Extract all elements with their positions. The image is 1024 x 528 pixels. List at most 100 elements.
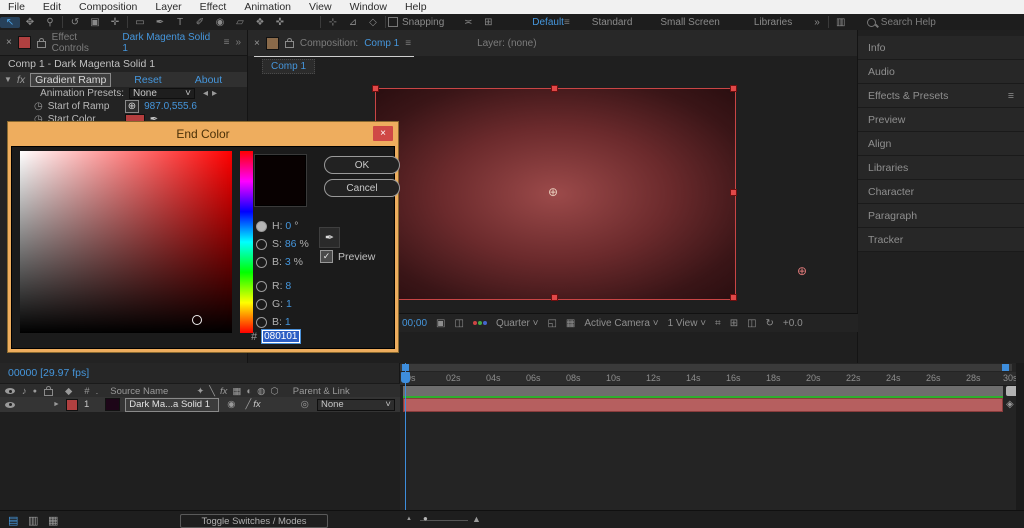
selection-handle[interactable] (551, 294, 558, 301)
sidebar-panel-audio[interactable]: Audio (858, 60, 1024, 84)
cancel-button[interactable]: Cancel (324, 179, 400, 197)
work-area-bar[interactable] (403, 386, 1003, 396)
menu-file[interactable]: File (8, 1, 25, 13)
previous-preset-icon[interactable]: ◂ (203, 88, 208, 99)
menu-view[interactable]: View (309, 1, 332, 13)
show-channels-icon[interactable] (473, 321, 487, 325)
menu-window[interactable]: Window (350, 1, 387, 13)
panel-menu-icon[interactable]: ≡ (224, 37, 230, 48)
region-of-interest-icon[interactable]: ◱ (547, 318, 556, 329)
hex-input[interactable]: 080101 (261, 329, 300, 344)
transparency-grid-icon[interactable]: ▦ (566, 318, 575, 329)
twirl-down-icon[interactable]: ▼ (4, 75, 12, 84)
playhead-line[interactable] (405, 363, 406, 510)
stopwatch-icon[interactable]: ◷ (34, 101, 43, 112)
layer-fx-badge[interactable]: fx (253, 399, 260, 410)
hue-radio[interactable] (256, 221, 267, 232)
expand-transfer-pane-icon[interactable]: ▦ (48, 514, 58, 527)
comp-timecode[interactable]: 00;00 (402, 318, 427, 329)
layer-row[interactable]: ► 1 Dark Ma...a Solid 1 ◉ ╱ fx ◎ None˅ (0, 397, 400, 412)
menu-animation[interactable]: Animation (244, 1, 291, 13)
selection-handle[interactable] (730, 189, 737, 196)
next-preset-icon[interactable]: ▸ (212, 88, 217, 99)
magnification-dropdown[interactable]: Quarter ˅ (496, 318, 539, 329)
selection-handle[interactable] (551, 85, 558, 92)
composition-tab-value[interactable]: Comp 1 (364, 38, 399, 49)
comp-marker-bin-icon[interactable]: ◈ (1006, 399, 1014, 410)
composition-tab-label[interactable]: Composition: (300, 38, 358, 49)
comp-pill-tab[interactable]: Comp 1 (262, 59, 315, 74)
sidebar-panel-character[interactable]: Character (858, 180, 1024, 204)
clone-stamp-tool-icon[interactable]: ◉ (210, 17, 230, 28)
axis-mode-world-icon[interactable]: ⊿ (343, 17, 363, 28)
hand-tool-icon[interactable]: ✥ (20, 17, 40, 28)
snapshot-icon[interactable]: ▣ (436, 318, 445, 329)
menu-layer[interactable]: Layer (155, 1, 181, 13)
solid-layer[interactable]: ⊕ (375, 88, 736, 300)
layer-name[interactable]: Dark Ma...a Solid 1 (125, 398, 219, 412)
sidebar-panel-libraries[interactable]: Libraries (858, 156, 1024, 180)
saturation-radio[interactable] (256, 239, 267, 250)
selection-tool-icon[interactable]: ↖ (0, 17, 20, 28)
rectangle-tool-icon[interactable]: ▭ (130, 17, 150, 28)
sidebar-panel-info[interactable]: Info (858, 36, 1024, 60)
workspace-overflow-chevron[interactable]: » (814, 17, 820, 28)
navigator-end-handle[interactable] (1002, 364, 1009, 371)
camera-view-dropdown[interactable]: Active Camera ˅ (584, 318, 658, 329)
rotation-tool-icon[interactable]: ↺ (65, 17, 85, 28)
gradient-end-point-icon[interactable]: ⊕ (797, 264, 807, 278)
eraser-tool-icon[interactable]: ▱ (230, 17, 250, 28)
start-of-ramp-value[interactable]: 987.0,555.6 (144, 101, 197, 112)
show-snapshot-icon[interactable]: ◫ (454, 318, 463, 329)
eyedropper-button[interactable]: ✒ (319, 227, 340, 248)
lock-icon[interactable] (37, 41, 46, 48)
exposure-value[interactable]: +0.0 (783, 318, 803, 329)
parent-link-column-header[interactable]: Parent & Link (293, 386, 350, 397)
sidebar-panel-tracker[interactable]: Tracker (858, 228, 1024, 252)
axis-mode-local-icon[interactable]: ⊹ (323, 17, 343, 28)
layer-tab[interactable]: Layer: (none) (477, 38, 536, 49)
puppet-pin-tool-icon[interactable]: ✜ (270, 17, 290, 28)
layer-twirl-icon[interactable]: ► (53, 401, 60, 408)
selection-handle[interactable] (730, 294, 737, 301)
layer-duration-bar[interactable] (403, 398, 1003, 412)
axis-mode-view-icon[interactable]: ◇ (363, 17, 383, 28)
camera-tool-icon[interactable]: ▣ (85, 17, 105, 28)
reset-exposure-icon[interactable]: ↻ (766, 318, 774, 329)
expand-in-out-pane-icon[interactable]: ▥ (28, 514, 38, 527)
selection-handle[interactable] (372, 85, 379, 92)
gradient-start-point-icon[interactable]: ⊕ (548, 185, 558, 199)
effect-point-icon[interactable]: ⊕ (125, 100, 139, 113)
vertical-scrollbar[interactable] (1016, 363, 1024, 510)
snap-option-icon[interactable]: ≍ (458, 17, 478, 28)
workspace-tab-default[interactable]: Default (532, 17, 564, 28)
workspace-tab-libraries[interactable]: Libraries (754, 17, 792, 28)
about-link[interactable]: About (195, 74, 222, 86)
layer-blur-slash-icon[interactable]: ╱ (246, 399, 252, 410)
search-help-input[interactable]: Search Help (881, 17, 936, 28)
hue-strip[interactable] (240, 151, 253, 333)
rulers-icon[interactable]: ⊞ (730, 318, 738, 329)
green-radio[interactable] (256, 299, 267, 310)
timeline-navigator[interactable] (400, 364, 1012, 371)
zoom-in-mountain-icon[interactable]: ▲ (472, 514, 481, 524)
sidebar-panel-effects-presets[interactable]: Effects & Presets≡ (858, 84, 1024, 108)
layer-shy-icon[interactable]: ◉ (227, 399, 235, 410)
menu-effect[interactable]: Effect (200, 1, 227, 13)
panel-icon[interactable]: ▥ (831, 17, 851, 28)
animation-presets-dropdown[interactable]: None˅ (129, 88, 195, 99)
sidebar-panel-align[interactable]: Align (858, 132, 1024, 156)
timeline-nav-icon[interactable]: ◫ (747, 318, 756, 329)
menu-edit[interactable]: Edit (43, 1, 61, 13)
dialog-close-button[interactable]: × (373, 126, 393, 141)
time-ruler[interactable]: 0s 02s 04s 06s 08s 10s 12s 14s 16s 18s 2… (400, 372, 1024, 386)
view-layout-dropdown[interactable]: 1 View ˅ (668, 318, 706, 329)
snap-grid-icon[interactable]: ⊞ (478, 17, 498, 28)
timeline-timecode[interactable]: 00000 [29.97 fps] (8, 367, 89, 379)
playhead-handle[interactable] (401, 372, 410, 383)
snapping-checkbox[interactable] (388, 17, 398, 27)
saturation-brightness-field[interactable] (20, 151, 232, 333)
menu-composition[interactable]: Composition (79, 1, 137, 13)
zoom-out-mountain-icon[interactable]: ▲ (406, 516, 412, 522)
ok-button[interactable]: OK (324, 156, 400, 174)
